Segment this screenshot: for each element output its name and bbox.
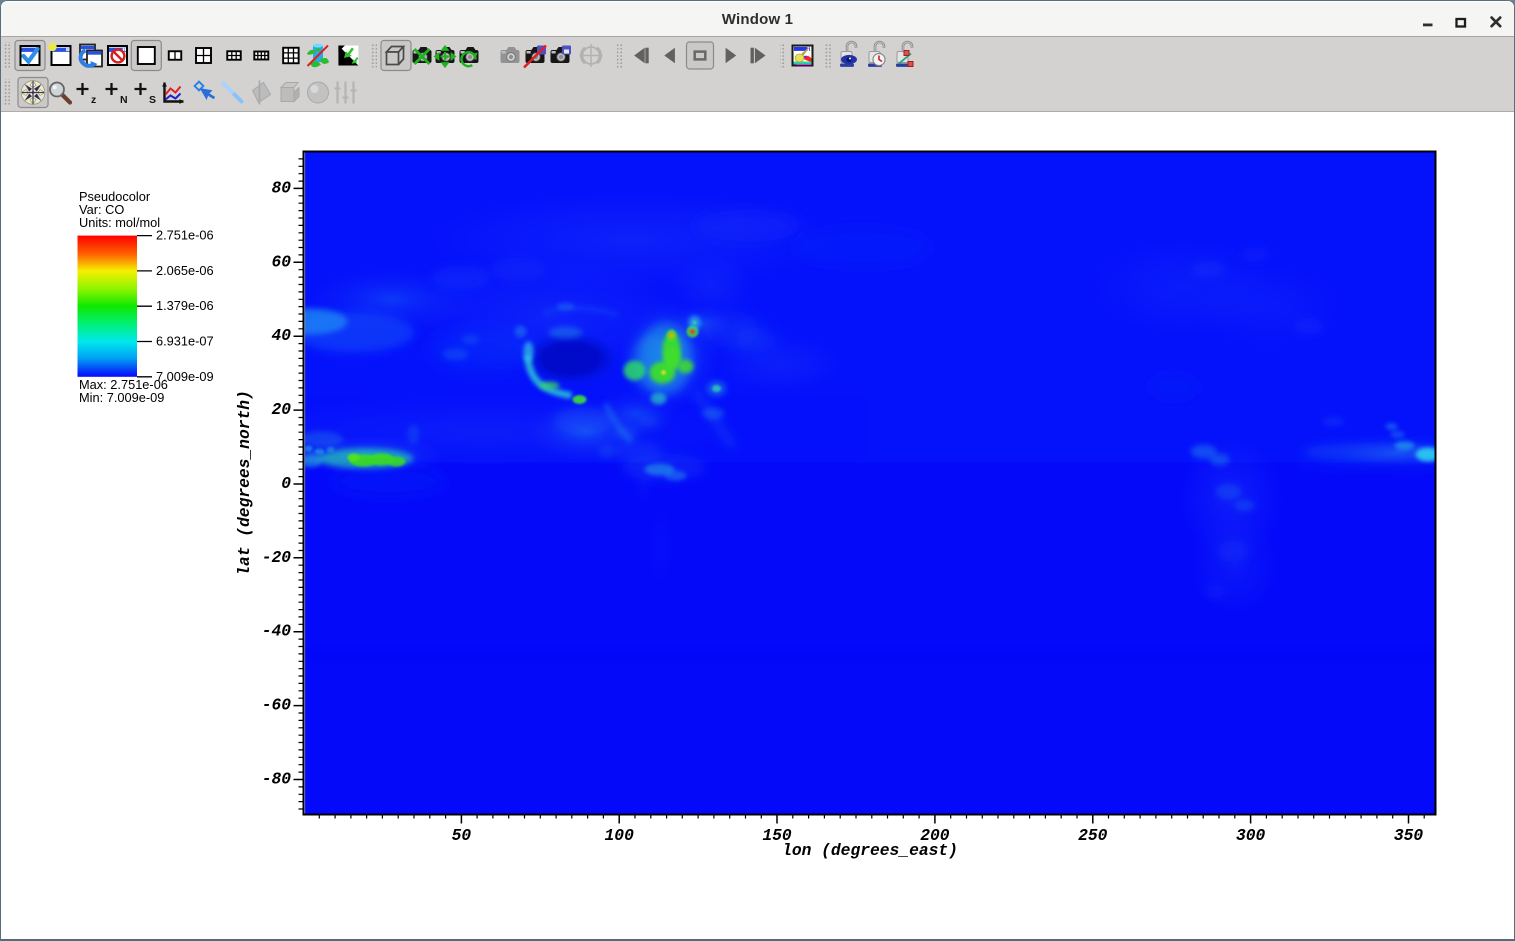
svg-text:-20: -20 xyxy=(262,548,292,567)
svg-text:0: 0 xyxy=(281,474,291,493)
svg-text:40: 40 xyxy=(271,326,291,345)
svg-text:60: 60 xyxy=(271,252,291,271)
svg-text:Min: 7.009e-09: Min: 7.009e-09 xyxy=(79,390,164,405)
svg-text:80: 80 xyxy=(271,178,291,197)
svg-text:z: z xyxy=(91,94,96,106)
svg-text:-80: -80 xyxy=(262,770,292,789)
svg-text:100: 100 xyxy=(605,826,635,845)
svg-text:2.065e-06: 2.065e-06 xyxy=(156,263,214,278)
svg-text:350: 350 xyxy=(1394,826,1424,845)
svg-text:Units: mol/mol: Units: mol/mol xyxy=(79,215,160,230)
svg-text:50: 50 xyxy=(452,826,472,845)
svg-text:150: 150 xyxy=(762,826,792,845)
svg-text:N: N xyxy=(120,94,128,106)
svg-text:20: 20 xyxy=(271,400,291,419)
svg-text:1.379e-06: 1.379e-06 xyxy=(156,298,214,313)
svg-text:lat (degrees_north): lat (degrees_north) xyxy=(235,390,254,576)
svg-text:6.931e-07: 6.931e-07 xyxy=(156,334,214,349)
svg-text:7.009e-09: 7.009e-09 xyxy=(156,369,214,384)
svg-text:250: 250 xyxy=(1078,826,1108,845)
svg-text:300: 300 xyxy=(1236,826,1266,845)
svg-text:2.751e-06: 2.751e-06 xyxy=(156,228,214,243)
svg-text:-60: -60 xyxy=(262,696,292,715)
svg-text:200: 200 xyxy=(920,826,950,845)
svg-text:-40: -40 xyxy=(262,622,292,641)
svg-text:S: S xyxy=(149,94,156,106)
